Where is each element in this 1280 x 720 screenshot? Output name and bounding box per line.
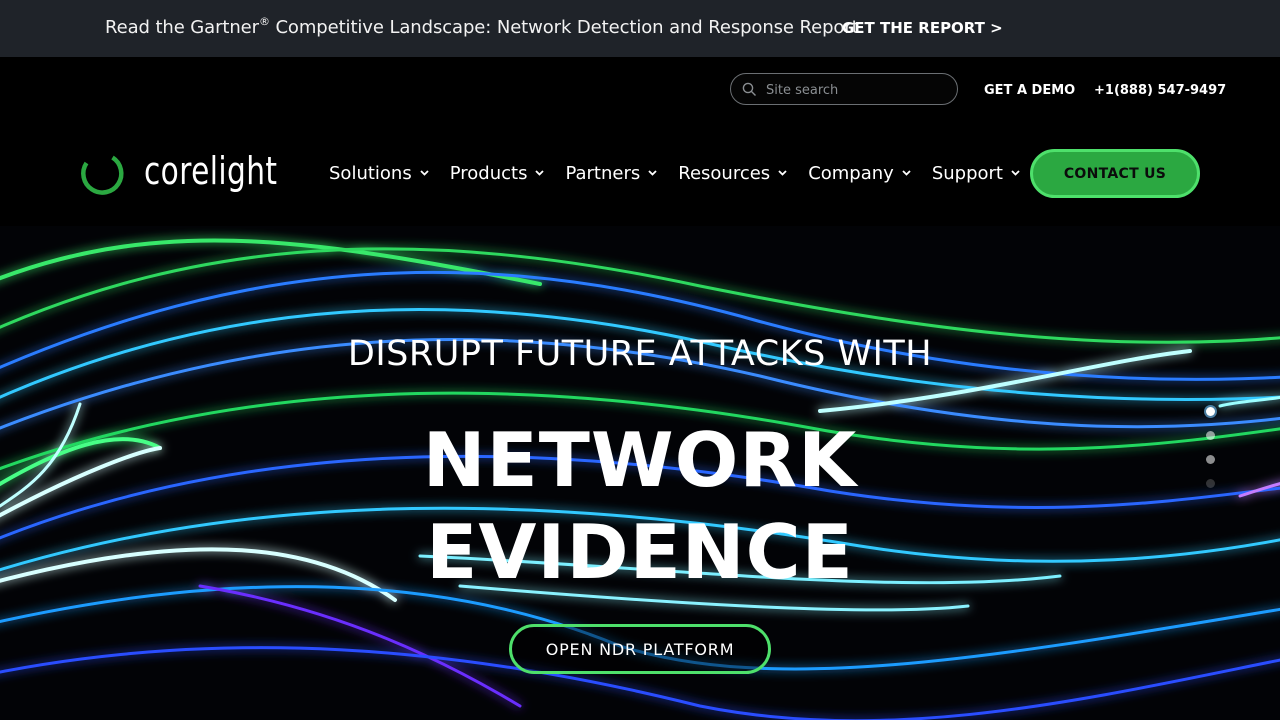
site-header: GET A DEMO +1(888) 547-9497 corelight So… bbox=[0, 57, 1280, 226]
logo-wordmark: corelight bbox=[144, 149, 278, 193]
phone-link[interactable]: +1(888) 547-9497 bbox=[1094, 83, 1226, 98]
hero-section: DISRUPT FUTURE ATTACKS WITH NETWORK EVID… bbox=[0, 226, 1280, 720]
open-ndr-platform-button[interactable]: OPEN NDR PLATFORM bbox=[509, 624, 771, 674]
nav-partners-label: Partners bbox=[565, 162, 641, 184]
chevron-down-icon bbox=[1011, 170, 1020, 176]
carousel-dot-3[interactable] bbox=[1205, 455, 1215, 464]
nav-products-label: Products bbox=[449, 162, 528, 184]
announcement-text: Read the Gartner® Competitive Landscape:… bbox=[105, 15, 859, 38]
nav-resources-label: Resources bbox=[678, 162, 771, 184]
carousel-dot-4[interactable] bbox=[1205, 479, 1215, 488]
nav-solutions[interactable]: Solutions bbox=[329, 163, 429, 184]
nav-partners[interactable]: Partners bbox=[565, 163, 657, 184]
nav-resources[interactable]: Resources bbox=[678, 163, 787, 184]
chevron-down-icon bbox=[648, 170, 657, 176]
main-nav: Solutions Products Partners Resources Co… bbox=[329, 161, 1041, 185]
get-the-report-link[interactable]: GET THE REPORT > bbox=[842, 19, 1003, 37]
contact-us-button[interactable]: CONTACT US bbox=[1030, 149, 1200, 198]
nav-company[interactable]: Company bbox=[808, 163, 911, 184]
nav-support-label: Support bbox=[931, 162, 1003, 184]
nav-company-label: Company bbox=[808, 162, 894, 184]
chevron-down-icon bbox=[420, 170, 429, 176]
get-a-demo-link[interactable]: GET A DEMO bbox=[984, 83, 1075, 98]
chevron-down-icon bbox=[535, 170, 545, 176]
hero-title-line-1: NETWORK bbox=[422, 416, 858, 504]
nav-products[interactable]: Products bbox=[450, 163, 545, 184]
announcement-bar: Read the Gartner® Competitive Landscape:… bbox=[0, 0, 1280, 57]
carousel-dots bbox=[1204, 407, 1216, 503]
corelight-logo[interactable]: corelight bbox=[78, 149, 278, 197]
chevron-down-icon bbox=[778, 170, 787, 176]
carousel-dot-1[interactable] bbox=[1205, 407, 1215, 416]
hero-title-line-2: EVIDENCE bbox=[426, 508, 854, 596]
chevron-down-icon bbox=[902, 170, 911, 176]
carousel-dot-2[interactable] bbox=[1205, 431, 1215, 440]
site-search[interactable] bbox=[730, 73, 958, 105]
search-icon bbox=[742, 82, 756, 96]
hero-eyebrow: DISRUPT FUTURE ATTACKS WITH bbox=[347, 334, 933, 374]
search-input[interactable] bbox=[766, 80, 946, 100]
nav-support[interactable]: Support bbox=[932, 163, 1020, 184]
logo-ring-icon bbox=[81, 155, 124, 195]
hero-title: NETWORK EVIDENCE bbox=[0, 414, 1280, 598]
nav-solutions-label: Solutions bbox=[329, 162, 412, 184]
